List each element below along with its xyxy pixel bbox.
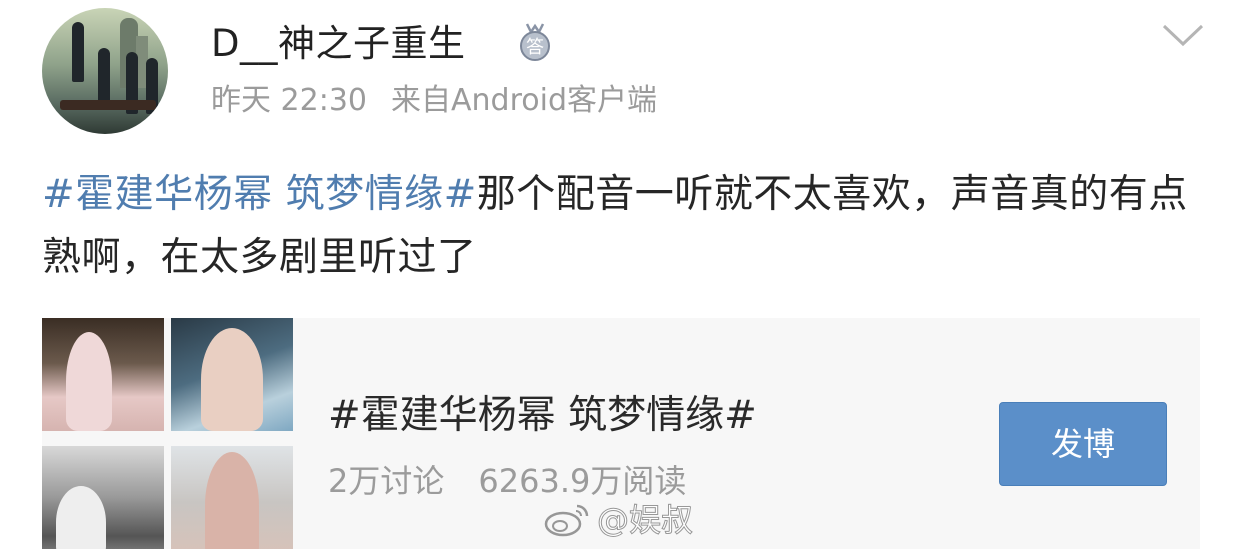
thumbnail-image bbox=[171, 446, 293, 549]
avatar-figure bbox=[72, 22, 84, 82]
username[interactable]: D__神之子重生 bbox=[211, 18, 466, 70]
post-meta: 昨天 22:30 来自Android客户端 bbox=[211, 78, 657, 124]
thumbnail-figure bbox=[66, 332, 112, 431]
discussion-count: 2万讨论 bbox=[328, 462, 445, 500]
post-content: #霍建华杨幂 筑梦情缘#那个配音一听就不太喜欢，声音真的有点熟啊，在太多剧里听过… bbox=[42, 163, 1202, 289]
watermark-text: @娱叔 bbox=[596, 501, 694, 540]
svg-text:答: 答 bbox=[526, 37, 544, 58]
chevron-down-icon[interactable] bbox=[1160, 20, 1206, 50]
thumbnail-image bbox=[171, 318, 293, 431]
thumbnail-figure bbox=[201, 328, 263, 431]
topic-link[interactable]: #霍建华杨幂 筑梦情缘# bbox=[42, 172, 477, 217]
topic-card-title[interactable]: #霍建华杨幂 筑梦情缘# bbox=[328, 388, 757, 444]
post-source[interactable]: 来自Android客户端 bbox=[391, 83, 657, 118]
read-count: 6263.9万阅读 bbox=[478, 462, 687, 500]
answer-badge-icon[interactable]: 答 bbox=[517, 22, 553, 62]
thumbnail-figure bbox=[56, 486, 106, 549]
weibo-logo-icon bbox=[544, 504, 589, 537]
watermark: @娱叔 bbox=[543, 496, 694, 540]
post-time: 昨天 22:30 bbox=[211, 83, 367, 118]
topic-thumbnails bbox=[42, 318, 294, 549]
avatar-figure bbox=[98, 48, 110, 104]
avatar[interactable] bbox=[42, 8, 168, 134]
thumbnail-image bbox=[42, 318, 164, 431]
thumbnail-image bbox=[42, 446, 164, 549]
post-weibo-button[interactable]: 发博 bbox=[999, 402, 1167, 486]
avatar-bench-shape bbox=[60, 100, 156, 110]
thumbnail-figure bbox=[205, 452, 259, 549]
